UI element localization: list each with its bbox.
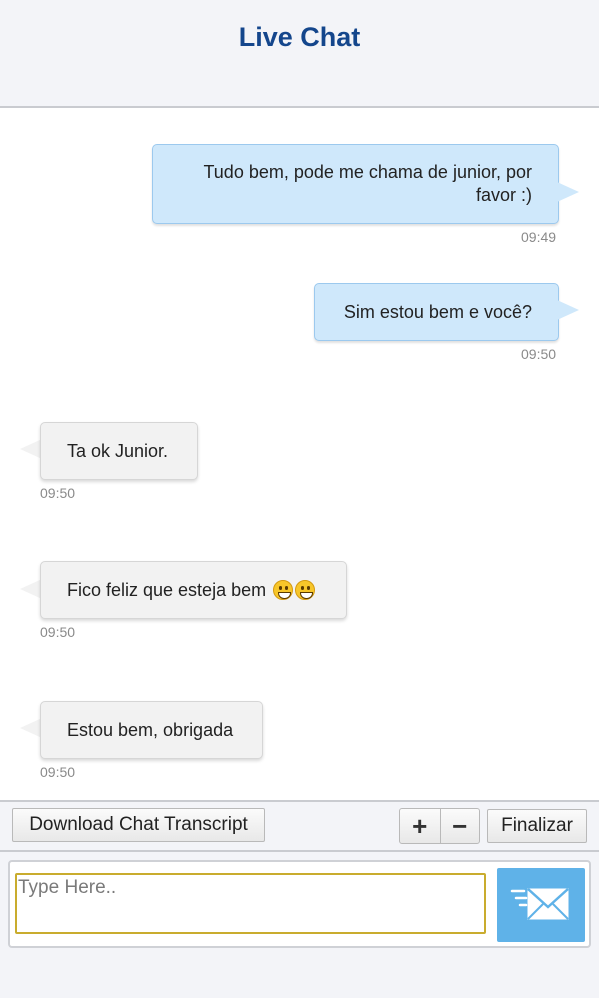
bubble-tail: [557, 182, 579, 202]
message-bubble: Estou bem, obrigada: [40, 701, 263, 759]
message-text-line: Tudo bem, pode me chama de junior, por: [203, 162, 532, 182]
chat-toolbar: Download Chat Transcript + − Finalizar: [0, 800, 599, 852]
envelope-send-icon: [510, 888, 569, 920]
send-button[interactable]: [497, 868, 585, 942]
bubble-tail: [557, 300, 579, 320]
message-text: Ta ok Junior.: [67, 441, 169, 461]
bubble-tail: [20, 439, 42, 459]
message-text: Estou bem, obrigada: [67, 720, 234, 740]
footer-background: [0, 948, 599, 998]
chat-header: Live Chat: [0, 0, 599, 108]
message-list[interactable]: Tudo bem, pode me chama de junior, por f…: [0, 108, 599, 800]
bubble-tail: [20, 579, 42, 599]
message-bubble: Sim estou bem e você?: [314, 283, 559, 341]
message-composer: [8, 860, 591, 948]
zoom-out-button[interactable]: −: [439, 809, 480, 843]
message-text: Sim estou bem e você?: [343, 302, 532, 322]
message-bubble: Ta ok Junior.: [40, 422, 198, 480]
message-timestamp: 09:50: [521, 346, 557, 362]
message-timestamp: 09:50: [40, 624, 76, 640]
bubble-tail: [20, 718, 42, 738]
zoom-in-button[interactable]: +: [400, 809, 440, 843]
end-chat-button[interactable]: Finalizar: [487, 809, 587, 843]
message-text: Fico feliz que esteja bem: [67, 580, 267, 600]
page-title: Live Chat: [238, 22, 361, 52]
message-bubble: Fico feliz que esteja bem: [40, 561, 347, 619]
grinning-face-icon: [295, 580, 316, 600]
download-transcript-button[interactable]: Download Chat Transcript: [12, 808, 265, 842]
message-text-line: favor :): [475, 185, 532, 205]
live-chat-window: Live Chat Tudo bem, pode me chama de jun…: [0, 0, 599, 998]
message-bubble: Tudo bem, pode me chama de junior, por f…: [152, 144, 559, 224]
message-timestamp: 09:49: [521, 229, 557, 245]
message-input[interactable]: [15, 873, 486, 934]
message-timestamp: 09:50: [40, 764, 76, 780]
message-timestamp: 09:50: [40, 485, 76, 501]
font-size-controls: + −: [399, 808, 480, 844]
grinning-face-icon: [273, 580, 294, 600]
